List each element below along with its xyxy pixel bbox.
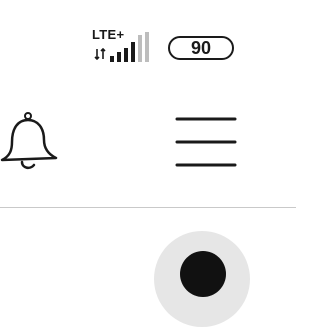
profile-avatar[interactable] bbox=[154, 231, 250, 327]
data-activity-icon bbox=[94, 48, 106, 60]
menu-button[interactable] bbox=[172, 112, 240, 170]
hamburger-menu-icon bbox=[175, 117, 237, 167]
bell-icon bbox=[0, 112, 58, 170]
notifications-button[interactable] bbox=[0, 110, 60, 174]
battery-indicator: 90 bbox=[168, 36, 234, 60]
signal-strength-icon bbox=[110, 32, 149, 62]
status-bar-network: LTE+ bbox=[92, 28, 154, 64]
avatar-icon bbox=[180, 251, 226, 297]
battery-level-text: 90 bbox=[190, 38, 212, 58]
header-divider bbox=[0, 207, 296, 208]
